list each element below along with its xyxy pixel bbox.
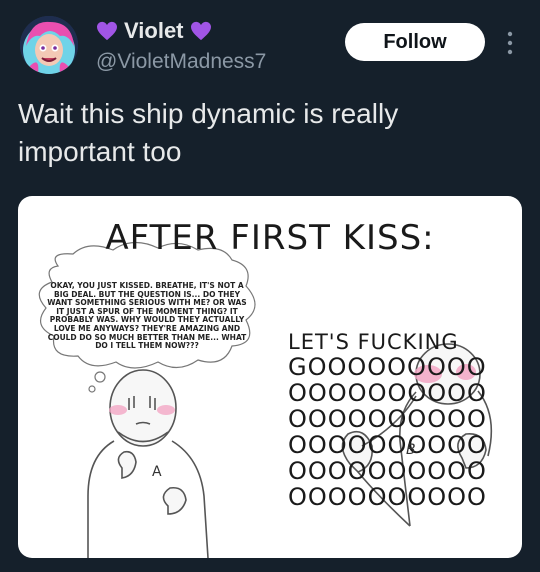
comic-title: AFTER FIRST KISS: xyxy=(105,218,435,258)
purple-heart-icon xyxy=(97,21,117,41)
avatar[interactable] xyxy=(20,16,78,74)
shout-line: OOOOOOOOOO xyxy=(288,457,487,485)
thought-bubble-text: OKAY, YOU JUST KISSED. BREATHE, IT'S NOT… xyxy=(47,281,247,351)
label-a: A xyxy=(152,464,162,480)
display-name[interactable]: Violet xyxy=(124,18,184,44)
avatar-illustration xyxy=(20,16,78,74)
tweet-text: Wait this ship dynamic is really importa… xyxy=(18,98,399,167)
shout-line: OOOOOOOOOO xyxy=(288,405,487,433)
user-handle[interactable]: @VioletMadness7 xyxy=(96,50,266,74)
purple-heart-icon xyxy=(190,21,211,41)
follow-button[interactable]: Follow xyxy=(345,23,485,61)
more-vertical-icon[interactable] xyxy=(502,28,518,58)
shout-text: LET'S FUCKING GOOOOOOOOO OOOOOOOOOO OOOO… xyxy=(288,330,498,510)
tweet-image[interactable]: AFTER FIRST KISS: OKAY, YOU JUST KISSED.… xyxy=(18,196,522,558)
tweet-header: Violet @VioletMadness7 Follow xyxy=(0,0,540,90)
label-b: B xyxy=(406,442,416,458)
character-a xyxy=(87,369,209,558)
shout-line: GOOOOOOOOO xyxy=(288,353,487,381)
shout-line: OOOOOOOOOO xyxy=(288,431,487,459)
display-name-row[interactable]: Violet xyxy=(96,18,212,44)
shout-line: LET'S FUCKING xyxy=(288,330,459,354)
shout-line: OOOOOOOOOO xyxy=(288,483,487,511)
shout-line: OOOOOOOOOO xyxy=(288,379,487,407)
